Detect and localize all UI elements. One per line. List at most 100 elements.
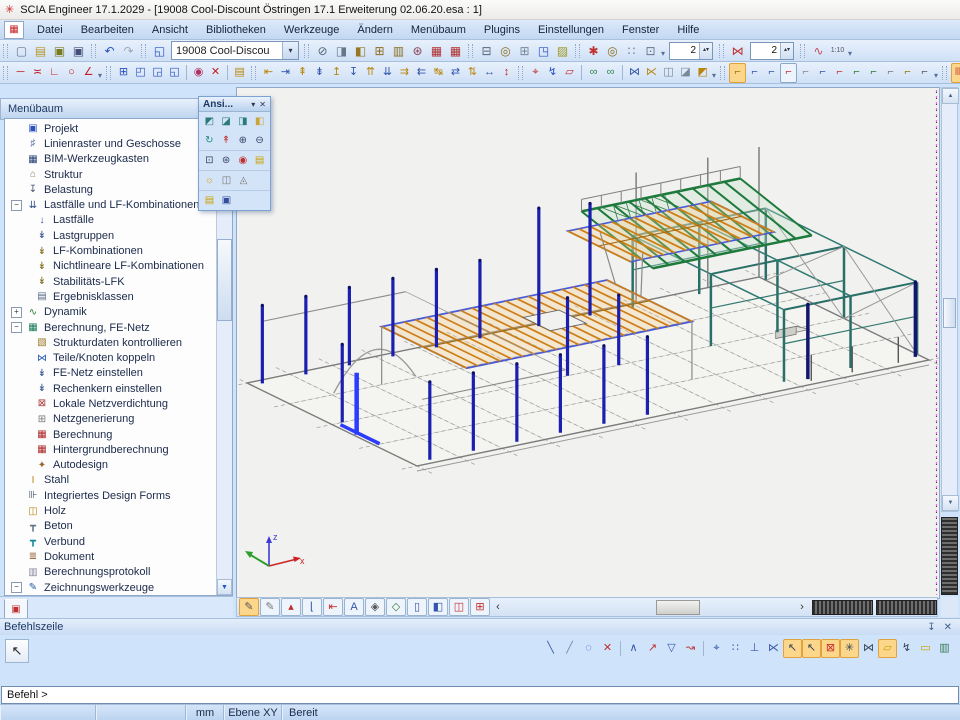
table-results-icon[interactable]: ▦ [427, 41, 446, 61]
select-polygon-icon[interactable]: ↯ [544, 63, 561, 83]
intersection-snap-icon[interactable]: ⋉ [764, 639, 783, 658]
walk-mode-icon[interactable]: ↟ [218, 132, 235, 149]
menu-datei[interactable]: Datei [28, 22, 72, 38]
rotation-slider-horizontal-1[interactable] [812, 600, 873, 615]
shell-icon[interactable]: ⇊ [379, 63, 396, 83]
move-node-icon[interactable]: ⋉ [643, 63, 660, 83]
erase-icon[interactable]: ✕ [207, 63, 224, 83]
tree-item-beton[interactable]: ┳Beton [5, 519, 216, 534]
show-surfaces-icon[interactable]: ⌐ [865, 63, 882, 83]
command-panel-header[interactable]: Befehlszeile ↧ ✕ [0, 619, 960, 635]
eye-icon[interactable]: ◉ [190, 63, 207, 83]
menu-tree-tab[interactable]: ▣ [4, 599, 28, 619]
pan-right-icon[interactable]: › [795, 599, 809, 615]
fast-visualization-icon[interactable]: ✎ [260, 598, 280, 616]
menu-bearbeiten[interactable]: Bearbeiten [72, 22, 143, 38]
tree-item-holz[interactable]: ◫Holz [5, 503, 216, 518]
member-info-icon[interactable]: ⊡ [641, 41, 660, 61]
new-project-icon[interactable]: ▢ [12, 41, 31, 61]
copy-add-icon[interactable]: ⋈ [626, 63, 643, 83]
project-combo-dropdown-icon[interactable]: ▾ [282, 42, 298, 59]
table-input-icon[interactable]: ▦ [446, 41, 465, 61]
menu-plugins[interactable]: Plugins [475, 22, 529, 38]
tree-item-rechenkern-einstellen[interactable]: ↡Rechenkern einstellen [5, 381, 216, 396]
units-icon[interactable]: ⊘ [313, 41, 332, 61]
menu-ansicht[interactable]: Ansicht [143, 22, 197, 38]
modify-circle-icon[interactable]: ◌ [579, 639, 598, 658]
fast-adjust-icon[interactable]: ⊪ [951, 63, 960, 83]
view-save-icon[interactable]: ▤ [251, 152, 268, 169]
tree-item-fe-netz-einstellen[interactable]: ↡FE-Netz einstellen [5, 366, 216, 381]
draw-group-overflow-icon[interactable]: ▾ [98, 71, 102, 80]
tile-viewport-icon[interactable]: ◰ [132, 63, 149, 83]
label-display-icon[interactable]: A [344, 598, 364, 616]
catalog-icon[interactable]: ↕ [498, 63, 515, 83]
toolbar-grip[interactable] [942, 66, 947, 80]
tree-scrollbar-thumb[interactable] [217, 239, 232, 321]
select-single-icon[interactable]: ⌖ [527, 63, 544, 83]
cursor-snap-icon[interactable]: ⌖ [707, 639, 726, 658]
mesh-ball-icon[interactable]: ⊛ [408, 41, 427, 61]
paste-properties-icon[interactable]: ◫ [660, 63, 677, 83]
zoom-window-icon[interactable]: ⊡ [201, 152, 218, 169]
rotate-view-icon[interactable]: ↻ [201, 132, 218, 149]
open-icon[interactable]: ▤ [31, 41, 50, 61]
show-local-axes-icon[interactable]: ⌐ [899, 63, 916, 83]
show-dim-lines-icon[interactable]: ⌐ [848, 63, 865, 83]
spinner-arrows-icon[interactable]: ▴▾ [780, 43, 793, 59]
rib-icon[interactable]: ⇉ [396, 63, 413, 83]
show-rendering-icon[interactable]: ⌐ [882, 63, 899, 83]
show-model-data-icon[interactable]: ⌐ [780, 63, 797, 83]
scale-spinner[interactable]: 2 ▴▾ [750, 42, 794, 60]
tree-item-verbund[interactable]: ┳Verbund [5, 534, 216, 549]
project-window-icon[interactable]: ◱ [150, 41, 169, 61]
show-member-labels-icon[interactable]: ⌐ [814, 63, 831, 83]
calculator-icon[interactable]: ⊞ [515, 41, 534, 61]
toolbar-grip[interactable] [91, 44, 96, 58]
view-palette-header[interactable]: Ansi... ▾ ✕ [199, 97, 270, 112]
status-workplane[interactable]: Ebene XY [224, 705, 282, 720]
new-viewport-icon[interactable]: ⊞ [115, 63, 132, 83]
tree-item-lastfaelle[interactable]: ↓Lastfälle [5, 213, 216, 228]
snap-incline-icon[interactable]: ↯ [897, 639, 916, 658]
midpoint-snap-icon[interactable]: ⊥ [745, 639, 764, 658]
viewport-hscrollbar[interactable] [505, 599, 795, 615]
deformation-scale-icon[interactable]: ∿ [809, 41, 828, 61]
close-viewport-icon[interactable]: ◱ [166, 63, 183, 83]
tree-item-dynamik[interactable]: +∿Dynamik [5, 305, 216, 320]
load-display-icon[interactable]: ⇤ [323, 598, 343, 616]
tree-item-autodesign[interactable]: ✦Autodesign [5, 458, 216, 473]
cursor-mode-button[interactable]: ↖ [5, 639, 29, 663]
toolbar-grip[interactable] [3, 66, 8, 80]
dimension-icon[interactable]: ≍ [29, 63, 46, 83]
zoom-out-icon[interactable]: ⊖ [251, 132, 268, 149]
print-preview-icon[interactable]: ◎ [496, 41, 515, 61]
tree-item-berechnung-fe-netz[interactable]: −▦Berechnung, FE-Netz [5, 320, 216, 335]
solids-icon[interactable]: ◨ [332, 41, 351, 61]
tree-item-nichtlineare-lf-kombinationen[interactable]: ↡Nichtlineare LF-Kombinationen [5, 259, 216, 274]
snap-percentage-icon[interactable]: ⊠ [821, 639, 840, 658]
view-flags2-icon[interactable]: ◬ [235, 172, 252, 189]
collapse-box-icon[interactable]: − [11, 200, 22, 211]
tree-item-berechnung[interactable]: ▦Berechnung [5, 427, 216, 442]
toolbar-grip[interactable] [800, 44, 805, 58]
snap-midpoints-icon[interactable]: ↖ [802, 639, 821, 658]
fillet-icon[interactable]: ↝ [681, 639, 700, 658]
hscrollbar-thumb[interactable] [656, 600, 700, 615]
toolbar-grip[interactable] [251, 66, 256, 80]
tree-item-stabilitaets-lfk[interactable]: ↡Stabilitäts-LFK [5, 274, 216, 289]
grid-snap-icon[interactable]: ∷ [726, 639, 745, 658]
wall-icon[interactable]: ⇈ [362, 63, 379, 83]
tree-item-bim-werkzeugkasten[interactable]: ▦BIM-Werkzeugkasten [5, 152, 216, 167]
connection-icon[interactable]: ↔ [481, 63, 498, 83]
dim-grid-icon[interactable]: ▭ [916, 639, 935, 658]
structure-model-icon[interactable]: ◧ [351, 41, 370, 61]
select-workplane-icon[interactable]: ▱ [561, 63, 578, 83]
export-icon[interactable]: ◳ [534, 41, 553, 61]
zoom-all-icon[interactable]: ⊛ [218, 152, 235, 169]
toolbar-grip[interactable] [468, 44, 473, 58]
menu-werkzeuge[interactable]: Werkzeuge [275, 22, 348, 38]
view-axo-icon[interactable]: ◧ [251, 113, 268, 130]
show-node-labels-icon[interactable]: ⌐ [797, 63, 814, 83]
line-icon[interactable]: ─ [12, 63, 29, 83]
